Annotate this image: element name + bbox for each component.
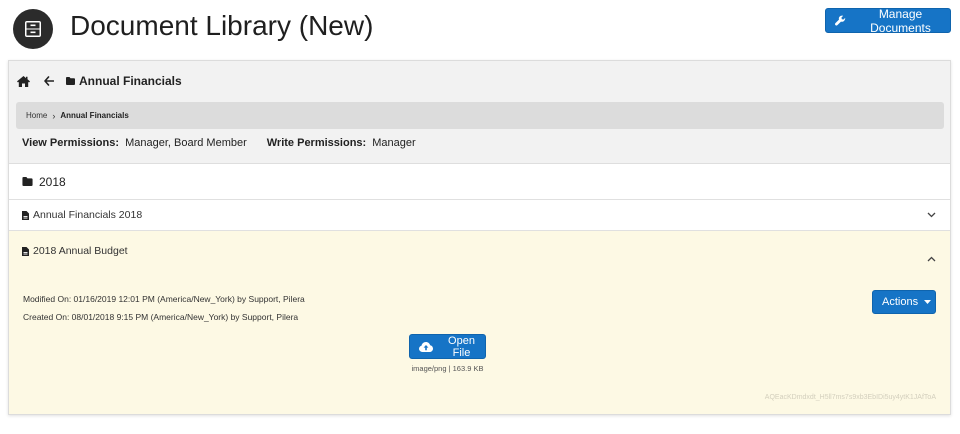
archive-icon xyxy=(13,9,53,49)
breadcrumb-separator: › xyxy=(52,110,56,121)
folder-icon xyxy=(66,77,75,85)
file-type-size: image/png | 163.9 KB xyxy=(411,364,484,373)
folder-icon xyxy=(22,177,33,186)
open-file-button[interactable]: Open File xyxy=(409,334,486,359)
folder-nav: Annual Financials xyxy=(17,73,182,89)
view-permissions-value: Manager, Board Member xyxy=(125,137,247,149)
document-detail: 2018 Annual Budget Modified On: 01/16/20… xyxy=(9,231,950,414)
document-icon xyxy=(22,246,29,256)
actions-label: Actions xyxy=(882,296,919,308)
arrow-left-icon[interactable] xyxy=(44,76,54,86)
chevron-down-icon[interactable] xyxy=(927,209,936,221)
write-permissions-value: Manager xyxy=(372,137,416,149)
document-row-expanded[interactable]: 2018 Annual Budget xyxy=(22,245,128,257)
folder-row[interactable]: 2018 xyxy=(9,164,950,200)
view-permissions: View Permissions: Manager, Board Member xyxy=(22,137,247,149)
cloud-upload-icon xyxy=(419,341,433,352)
document-row[interactable]: Annual Financials 2018 xyxy=(9,200,950,231)
created-on: Created On: 08/01/2018 9:15 PM (America/… xyxy=(23,312,299,322)
wrench-icon xyxy=(835,15,846,26)
document-library-panel: Annual Financials Home › Annual Financia… xyxy=(8,60,951,415)
file-id: AQEacKDmdxdt_H5ll7ms7s9xb3EbIDi5uy4ytK1J… xyxy=(764,394,936,401)
document-label: 2018 Annual Budget xyxy=(33,245,128,257)
open-file-label: Open File xyxy=(448,334,475,359)
page-title: Document Library (New) xyxy=(70,10,374,41)
actions-button[interactable]: Actions xyxy=(872,290,936,314)
write-permissions-label: Write Permissions: xyxy=(266,137,367,149)
manage-documents-button[interactable]: Manage Documents xyxy=(825,6,951,35)
document-meta: Modified On: 01/16/2019 12:01 PM (Americ… xyxy=(23,290,305,326)
breadcrumb: Home › Annual Financials xyxy=(16,102,944,129)
current-folder-title: Annual Financials xyxy=(79,74,182,88)
folder-header: Annual Financials Home › Annual Financia… xyxy=(9,61,950,164)
document-label: Annual Financials 2018 xyxy=(33,209,143,221)
write-permissions: Write Permissions: Manager xyxy=(267,137,416,149)
home-icon[interactable] xyxy=(17,75,30,87)
document-icon xyxy=(22,210,29,220)
breadcrumb-home[interactable]: Home xyxy=(26,111,47,120)
manage-documents-label: Manage Documents xyxy=(870,6,931,35)
folder-label: 2018 xyxy=(39,174,66,189)
chevron-up-icon[interactable] xyxy=(927,249,936,267)
breadcrumb-current: Annual Financials xyxy=(60,111,129,120)
permissions: View Permissions: Manager, Board Member … xyxy=(22,137,416,149)
caret-down-icon xyxy=(924,300,932,304)
page-header: Document Library (New) Manage Documents xyxy=(0,0,960,56)
view-permissions-label: View Permissions: xyxy=(22,137,120,149)
modified-on: Modified On: 01/16/2019 12:01 PM (Americ… xyxy=(23,294,305,304)
